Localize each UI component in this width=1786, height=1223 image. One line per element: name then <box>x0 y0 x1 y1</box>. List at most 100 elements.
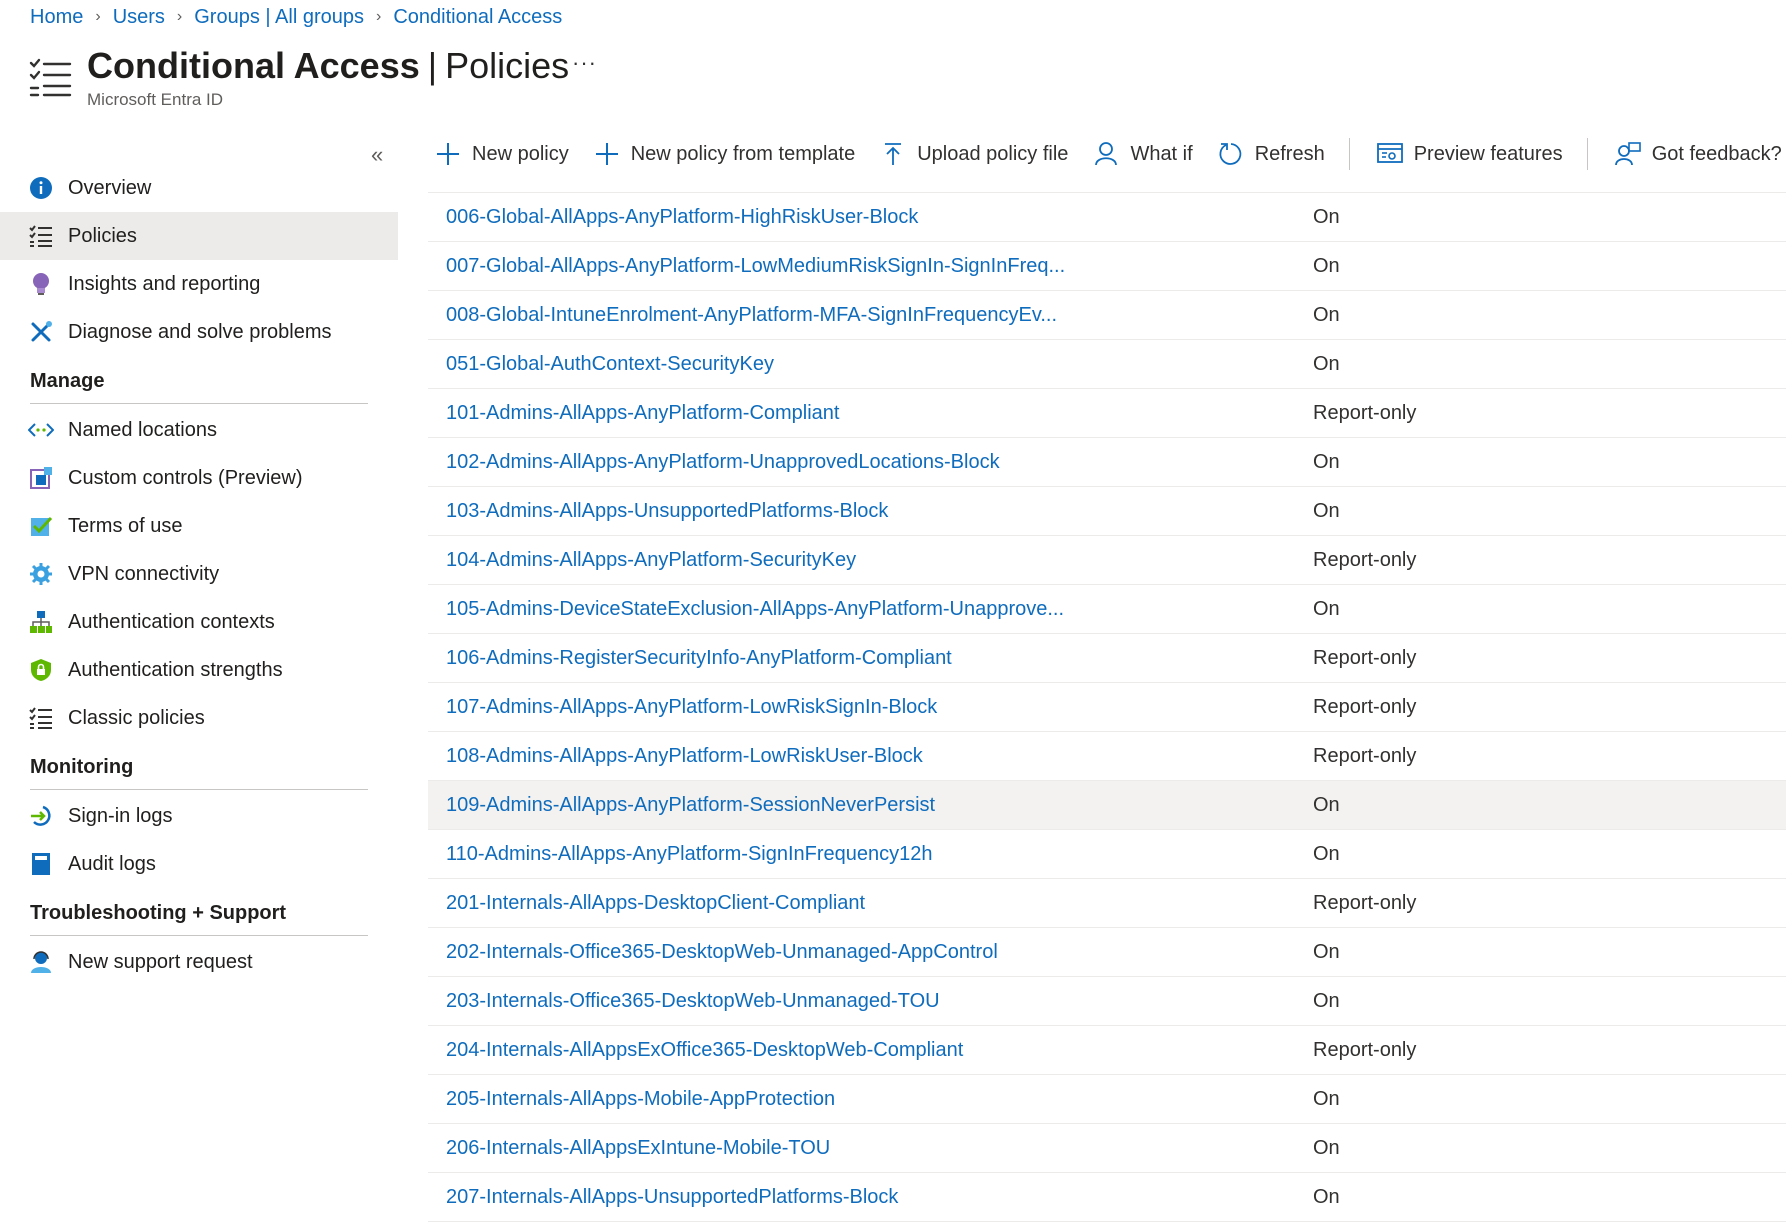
policy-name-link[interactable]: 008-Global-IntuneEnrolment-AnyPlatform-M… <box>428 304 1313 327</box>
table-row[interactable]: 006-Global-AllApps-AnyPlatform-HighRiskU… <box>428 193 1786 242</box>
policy-name-link[interactable]: 007-Global-AllApps-AnyPlatform-LowMedium… <box>428 255 1313 278</box>
sidebar-item-classic-policies[interactable]: Classic policies <box>0 694 398 742</box>
sidebar-item-label: Overview <box>68 176 152 199</box>
policy-name-link[interactable]: 108-Admins-AllApps-AnyPlatform-LowRiskUs… <box>428 745 1313 768</box>
table-row[interactable]: 008-Global-IntuneEnrolment-AnyPlatform-M… <box>428 291 1786 340</box>
table-row[interactable]: 105-Admins-DeviceStateExclusion-AllApps-… <box>428 585 1786 634</box>
sidebar-item-audit-logs[interactable]: Audit logs <box>0 840 398 888</box>
policy-name-link[interactable]: 107-Admins-AllApps-AnyPlatform-LowRiskSi… <box>428 696 1313 719</box>
feedback-icon <box>1614 140 1642 168</box>
info-icon <box>28 175 54 201</box>
preview-features-button[interactable]: Preview features <box>1376 140 1563 168</box>
plus-icon <box>434 140 462 168</box>
table-row[interactable]: 203-Internals-Office365-DesktopWeb-Unman… <box>428 977 1786 1026</box>
new-policy-from-template-label: New policy from template <box>630 142 856 165</box>
table-row[interactable]: 202-Internals-Office365-DesktopWeb-Unman… <box>428 928 1786 977</box>
table-row[interactable]: 205-Internals-AllApps-Mobile-AppProtecti… <box>428 1075 1786 1124</box>
table-row[interactable]: 051-Global-AuthContext-SecurityKey On <box>428 340 1786 389</box>
table-row[interactable]: 104-Admins-AllApps-AnyPlatform-SecurityK… <box>428 536 1786 585</box>
lightbulb-icon <box>28 271 54 297</box>
sidebar-item-custom-controls[interactable]: Custom controls (Preview) <box>0 454 398 502</box>
table-row[interactable]: 109-Admins-AllApps-AnyPlatform-SessionNe… <box>428 781 1786 830</box>
table-row[interactable]: 107-Admins-AllApps-AnyPlatform-LowRiskSi… <box>428 683 1786 732</box>
new-policy-from-template-button[interactable]: New policy from template <box>593 140 856 168</box>
policy-name-link[interactable]: 106-Admins-RegisterSecurityInfo-AnyPlatf… <box>428 647 1313 670</box>
policy-name-link[interactable]: 110-Admins-AllApps-AnyPlatform-SignInFre… <box>428 843 1313 866</box>
list-icon <box>28 705 54 731</box>
section-manage: Manage <box>30 370 368 404</box>
sidebar-item-overview[interactable]: Overview <box>0 164 398 212</box>
sign-in-icon <box>28 803 54 829</box>
table-row[interactable]: 108-Admins-AllApps-AnyPlatform-LowRiskUs… <box>428 732 1786 781</box>
got-feedback-button[interactable]: Got feedback? <box>1614 140 1782 168</box>
policy-name-link[interactable]: 204-Internals-AllAppsExOffice365-Desktop… <box>428 1039 1313 1062</box>
sidebar-item-label: Insights and reporting <box>68 272 261 295</box>
sidebar-item-auth-contexts[interactable]: Authentication contexts <box>0 598 398 646</box>
breadcrumb-groups[interactable]: Groups | All groups <box>194 6 364 29</box>
breadcrumb-users[interactable]: Users <box>113 6 165 29</box>
sidebar-item-sign-in-logs[interactable]: Sign-in logs <box>0 792 398 840</box>
policy-state: Report-only <box>1313 891 1417 914</box>
policy-state: Report-only <box>1313 548 1417 571</box>
sidebar-item-label: Custom controls (Preview) <box>68 466 303 489</box>
table-row[interactable]: 103-Admins-AllApps-UnsupportedPlatforms-… <box>428 487 1786 536</box>
more-options-button[interactable]: ··· <box>572 50 597 76</box>
hierarchy-icon <box>28 609 54 635</box>
what-if-label: What if <box>1130 142 1193 165</box>
table-row[interactable]: 206-Internals-AllAppsExIntune-Mobile-TOU… <box>428 1124 1786 1173</box>
sidebar-item-label: Policies <box>68 224 137 247</box>
preview-features-icon <box>1376 140 1404 168</box>
table-row[interactable]: 106-Admins-RegisterSecurityInfo-AnyPlatf… <box>428 634 1786 683</box>
policy-name-link[interactable]: 203-Internals-Office365-DesktopWeb-Unman… <box>428 990 1313 1013</box>
table-row[interactable]: 101-Admins-AllApps-AnyPlatform-Compliant… <box>428 389 1786 438</box>
policy-name-link[interactable]: 202-Internals-Office365-DesktopWeb-Unman… <box>428 941 1313 964</box>
policy-name-link[interactable]: 105-Admins-DeviceStateExclusion-AllApps-… <box>428 598 1313 621</box>
policy-name-link[interactable]: 207-Internals-AllApps-UnsupportedPlatfor… <box>428 1186 1313 1209</box>
sidebar-item-policies[interactable]: Policies <box>0 212 398 260</box>
sidebar-item-vpn[interactable]: VPN connectivity <box>0 550 398 598</box>
sidebar-item-named-locations[interactable]: Named locations <box>0 406 398 454</box>
breadcrumb-conditional-access[interactable]: Conditional Access <box>393 6 562 29</box>
table-row[interactable]: 201-Internals-AllApps-DesktopClient-Comp… <box>428 879 1786 928</box>
policy-name-link[interactable]: 103-Admins-AllApps-UnsupportedPlatforms-… <box>428 500 1313 523</box>
sidebar-item-label: Classic policies <box>68 706 205 729</box>
sidebar-item-label: Authentication strengths <box>68 658 283 681</box>
policy-name-link[interactable]: 102-Admins-AllApps-AnyPlatform-Unapprove… <box>428 451 1313 474</box>
policy-name-link[interactable]: 104-Admins-AllApps-AnyPlatform-SecurityK… <box>428 549 1313 572</box>
table-row[interactable]: 204-Internals-AllAppsExOffice365-Desktop… <box>428 1026 1786 1075</box>
policy-name-link[interactable]: 109-Admins-AllApps-AnyPlatform-SessionNe… <box>428 794 1313 817</box>
policy-state: On <box>1313 597 1340 620</box>
refresh-button[interactable]: Refresh <box>1217 140 1325 168</box>
upload-policy-file-button[interactable]: Upload policy file <box>879 140 1068 168</box>
sidebar-item-terms-of-use[interactable]: Terms of use <box>0 502 398 550</box>
sidebar-item-label: VPN connectivity <box>68 562 220 585</box>
table-row[interactable]: 102-Admins-AllApps-AnyPlatform-Unapprove… <box>428 438 1786 487</box>
policy-name-link[interactable]: 205-Internals-AllApps-Mobile-AppProtecti… <box>428 1088 1313 1111</box>
support-person-icon <box>28 949 54 975</box>
sidebar-item-label: Diagnose and solve problems <box>68 320 332 343</box>
refresh-label: Refresh <box>1254 142 1325 165</box>
breadcrumb-home[interactable]: Home <box>30 6 83 29</box>
gear-icon <box>28 561 54 587</box>
book-icon <box>28 851 54 877</box>
policy-name-link[interactable]: 051-Global-AuthContext-SecurityKey <box>428 353 1313 376</box>
sidebar-item-diagnose[interactable]: Diagnose and solve problems <box>0 308 398 356</box>
policy-name-link[interactable]: 201-Internals-AllApps-DesktopClient-Comp… <box>428 892 1313 915</box>
policy-name-link[interactable]: 101-Admins-AllApps-AnyPlatform-Compliant <box>428 402 1313 425</box>
policy-state: On <box>1313 450 1340 473</box>
policy-state: On <box>1313 842 1340 865</box>
sidebar-item-auth-strengths[interactable]: Authentication strengths <box>0 646 398 694</box>
policy-state: On <box>1313 499 1340 522</box>
sidebar-item-insights[interactable]: Insights and reporting <box>0 260 398 308</box>
table-row[interactable]: 207-Internals-AllApps-UnsupportedPlatfor… <box>428 1173 1786 1222</box>
named-locations-icon <box>28 417 54 443</box>
sidebar-item-label: New support request <box>68 950 253 973</box>
sidebar: Overview Policies Insights and reporting… <box>0 164 398 986</box>
policy-name-link[interactable]: 006-Global-AllApps-AnyPlatform-HighRiskU… <box>428 206 1313 229</box>
table-row[interactable]: 110-Admins-AllApps-AnyPlatform-SignInFre… <box>428 830 1786 879</box>
sidebar-item-new-support-request[interactable]: New support request <box>0 938 398 986</box>
new-policy-button[interactable]: New policy <box>434 140 569 168</box>
policy-name-link[interactable]: 206-Internals-AllAppsExIntune-Mobile-TOU <box>428 1137 1313 1160</box>
what-if-button[interactable]: What if <box>1092 140 1193 168</box>
table-row[interactable]: 007-Global-AllApps-AnyPlatform-LowMedium… <box>428 242 1786 291</box>
